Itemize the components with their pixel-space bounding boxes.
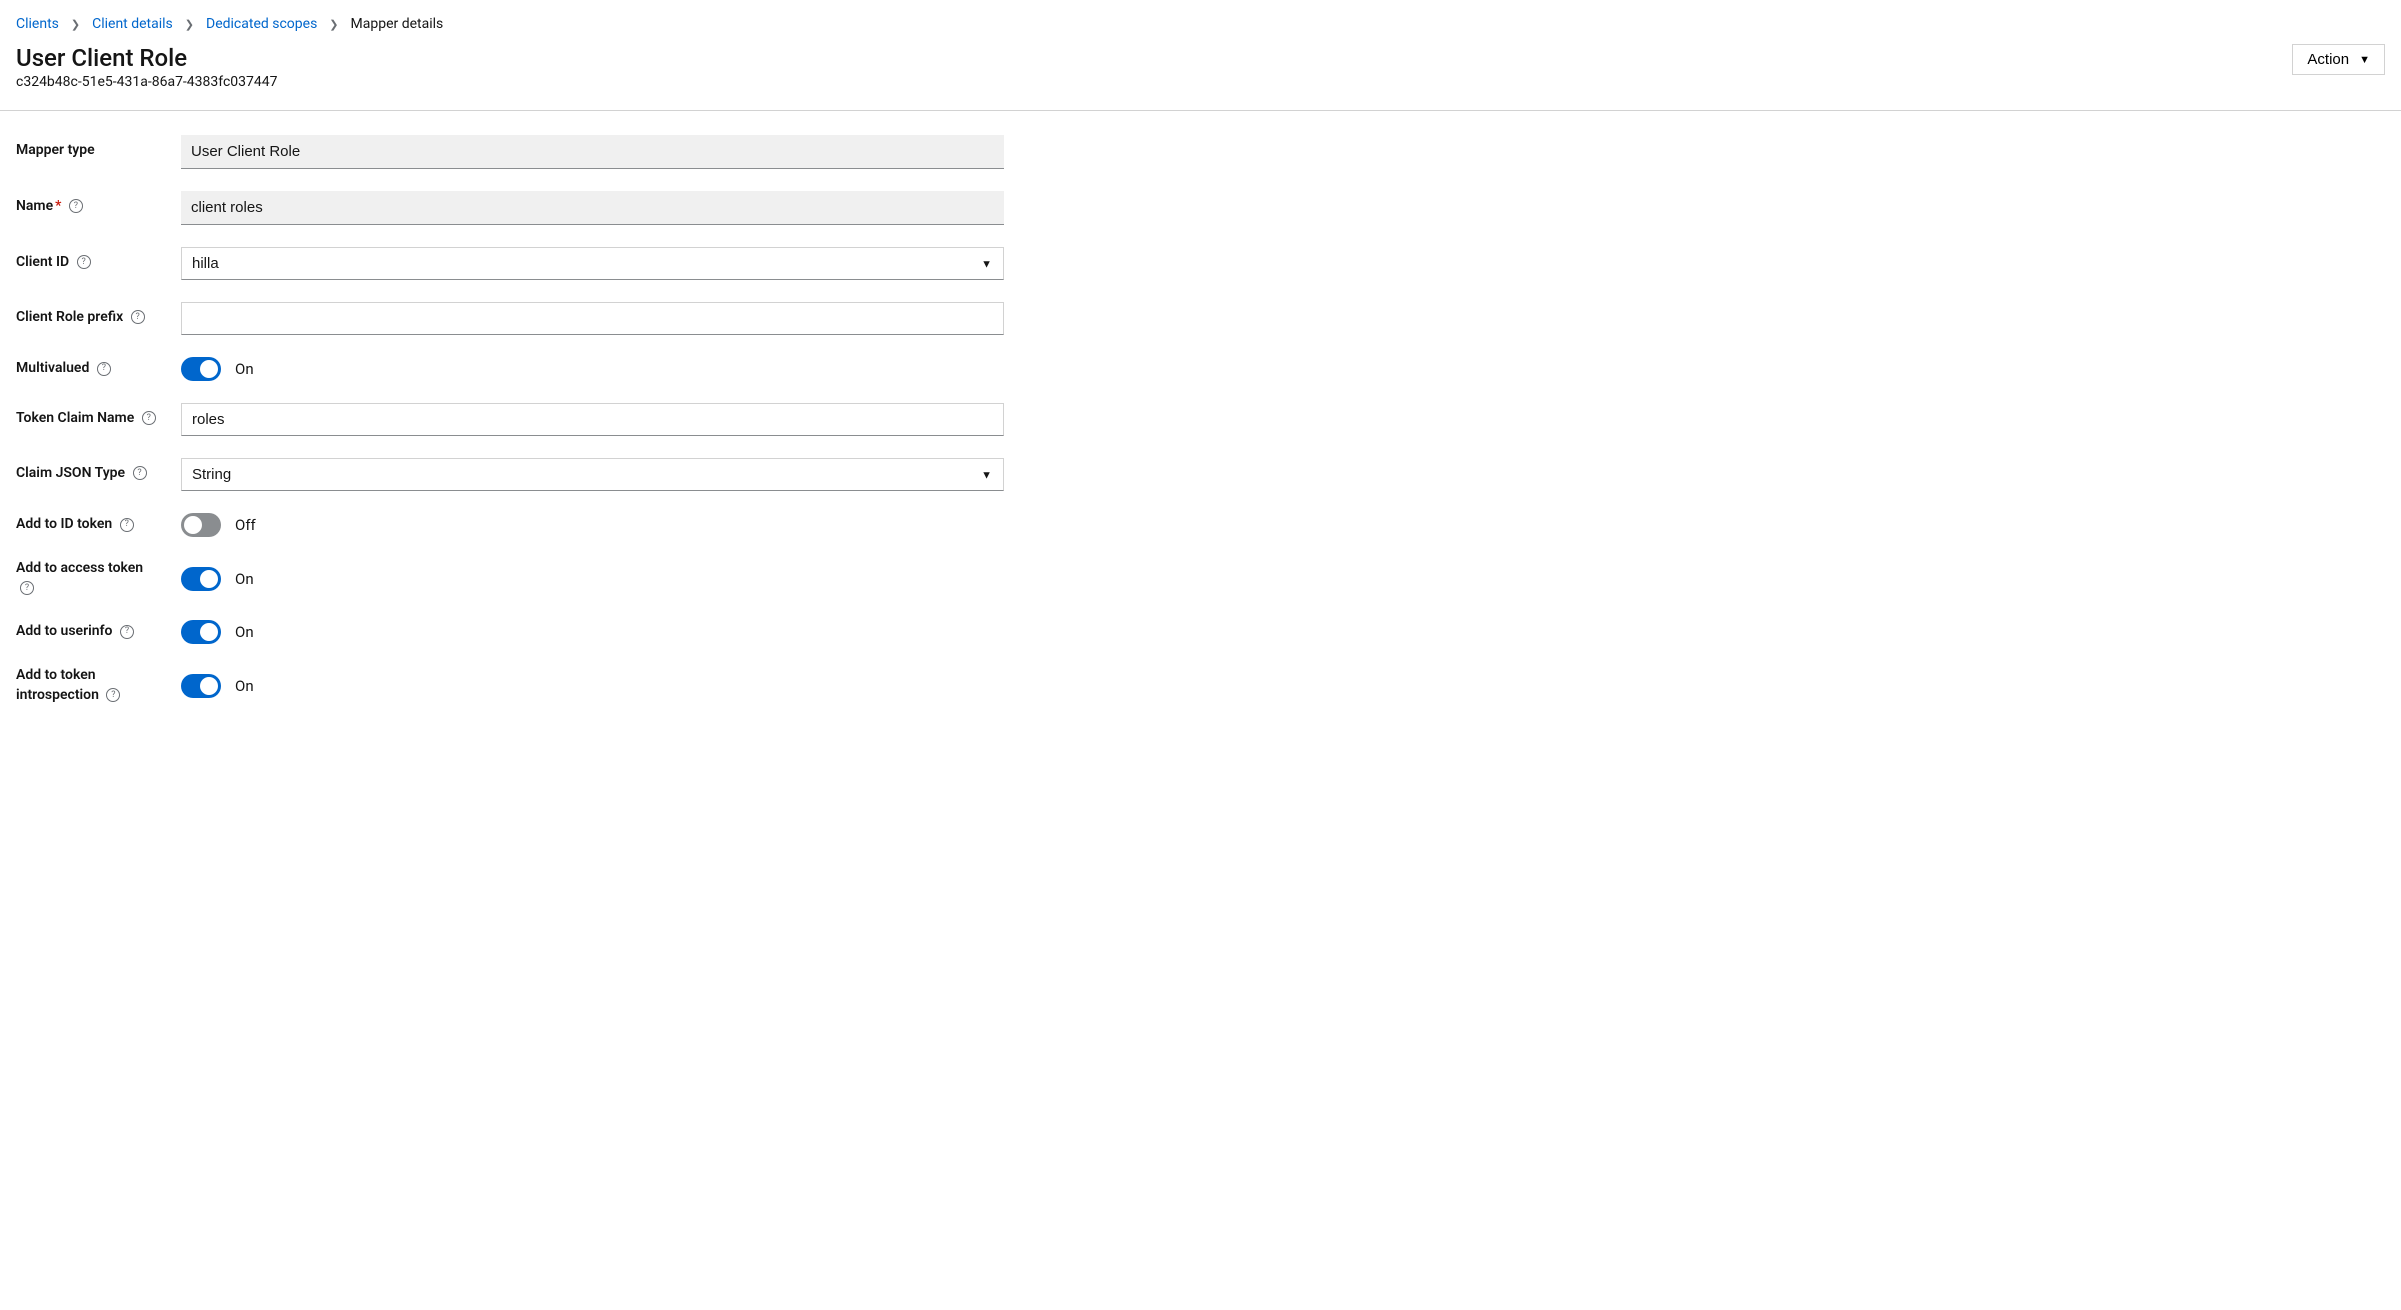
add-to-userinfo-toggle-label: On xyxy=(235,623,254,641)
action-dropdown-button[interactable]: Action ▼ xyxy=(2292,44,2385,75)
help-icon[interactable]: ? xyxy=(69,199,83,213)
help-icon[interactable]: ? xyxy=(131,310,145,324)
client-id-select[interactable] xyxy=(181,247,1004,280)
chevron-right-icon: ❯ xyxy=(185,18,194,31)
claim-json-type-select[interactable] xyxy=(181,458,1004,491)
breadcrumb-link-client-details[interactable]: Client details xyxy=(92,16,173,32)
label-add-to-id-token: Add to ID token ? xyxy=(16,515,161,535)
breadcrumb: Clients ❯ Client details ❯ Dedicated sco… xyxy=(0,16,2401,44)
label-add-to-access-token: Add to access token ? xyxy=(16,559,161,598)
token-claim-name-field[interactable] xyxy=(181,403,1004,436)
add-to-id-token-toggle[interactable] xyxy=(181,513,221,537)
add-to-id-token-toggle-label: Off xyxy=(235,516,256,534)
name-field xyxy=(181,191,1004,225)
chevron-right-icon: ❯ xyxy=(71,18,80,31)
add-to-access-token-toggle-label: On xyxy=(235,570,254,588)
label-name: Name* ? xyxy=(16,191,161,217)
add-to-userinfo-toggle[interactable] xyxy=(181,620,221,644)
label-add-to-token-introspection: Add to token introspection ? xyxy=(16,666,161,705)
action-button-label: Action xyxy=(2307,51,2349,68)
caret-down-icon: ▼ xyxy=(2359,54,2370,66)
mapper-type-field xyxy=(181,135,1004,169)
help-icon[interactable]: ? xyxy=(97,362,111,376)
label-add-to-userinfo: Add to userinfo ? xyxy=(16,622,161,642)
multivalued-toggle-label: On xyxy=(235,360,254,378)
page-uuid: c324b48c-51e5-431a-86a7-4383fc037447 xyxy=(16,74,278,90)
label-client-role-prefix: Client Role prefix ? xyxy=(16,302,161,328)
add-to-access-token-toggle[interactable] xyxy=(181,567,221,591)
chevron-right-icon: ❯ xyxy=(329,18,338,31)
mapper-form: Mapper type Name* ? Client ID ? ▼ xyxy=(0,111,1020,705)
multivalued-toggle[interactable] xyxy=(181,357,221,381)
help-icon[interactable]: ? xyxy=(120,625,134,639)
help-icon[interactable]: ? xyxy=(20,581,34,595)
help-icon[interactable]: ? xyxy=(142,411,156,425)
help-icon[interactable]: ? xyxy=(120,518,134,532)
breadcrumb-current: Mapper details xyxy=(351,16,444,32)
help-icon[interactable]: ? xyxy=(77,255,91,269)
breadcrumb-link-dedicated-scopes[interactable]: Dedicated scopes xyxy=(206,16,317,32)
client-role-prefix-field[interactable] xyxy=(181,302,1004,335)
help-icon[interactable]: ? xyxy=(106,688,120,702)
page-header: User Client Role c324b48c-51e5-431a-86a7… xyxy=(0,44,2401,111)
label-token-claim-name: Token Claim Name ? xyxy=(16,403,161,429)
add-to-token-introspection-toggle-label: On xyxy=(235,677,254,695)
required-indicator: * xyxy=(55,198,61,214)
help-icon[interactable]: ? xyxy=(133,466,147,480)
add-to-token-introspection-toggle[interactable] xyxy=(181,674,221,698)
label-client-id: Client ID ? xyxy=(16,247,161,273)
breadcrumb-link-clients[interactable]: Clients xyxy=(16,16,59,32)
label-claim-json-type: Claim JSON Type ? xyxy=(16,458,161,484)
label-multivalued: Multivalued ? xyxy=(16,359,161,379)
label-mapper-type: Mapper type xyxy=(16,135,161,161)
page-title: User Client Role xyxy=(16,44,278,72)
